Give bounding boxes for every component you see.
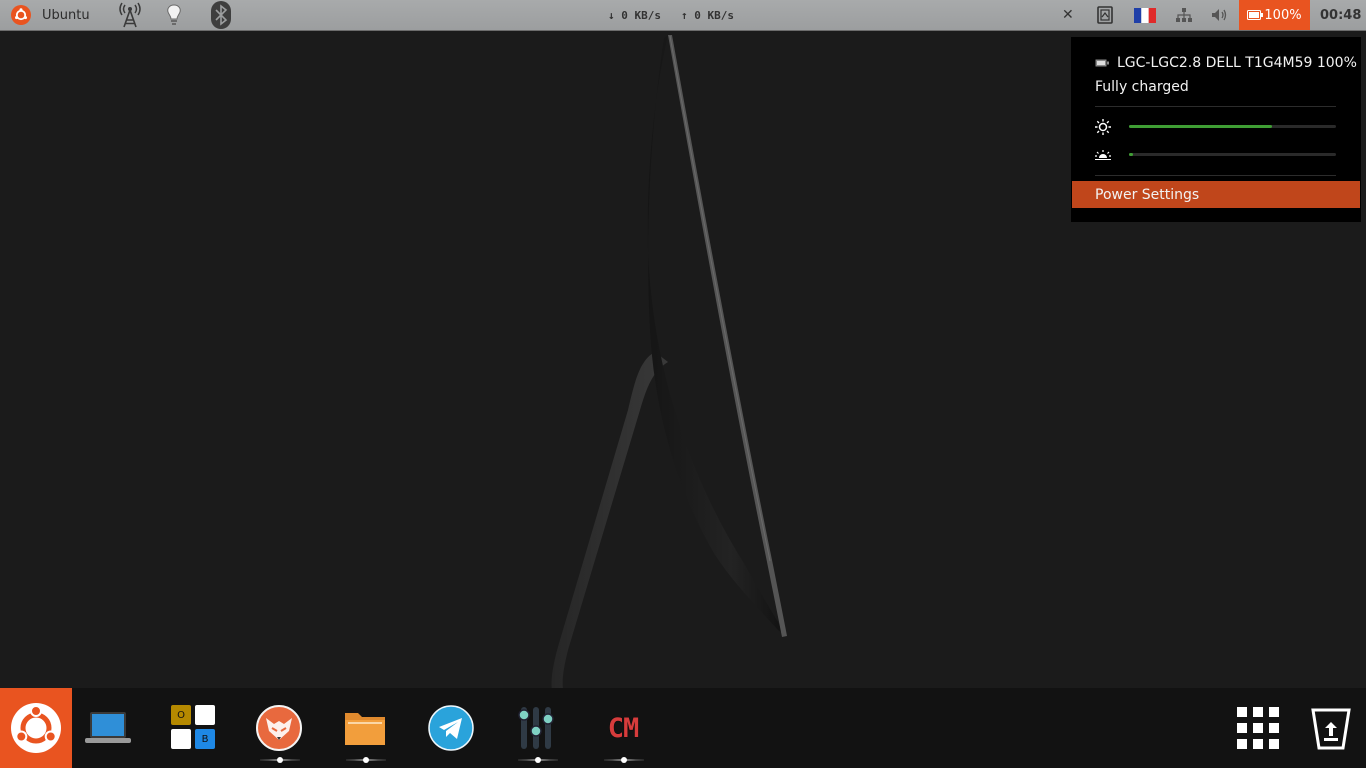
- dock-laptop-app[interactable]: [80, 700, 136, 756]
- menu-separator: [1095, 106, 1336, 107]
- dock-telegram-app[interactable]: [423, 700, 479, 756]
- app-grid-icon: [1237, 707, 1279, 749]
- fox-icon: [256, 705, 302, 751]
- dock-app-grid[interactable]: [1230, 700, 1286, 756]
- folder-icon: [345, 713, 385, 745]
- dock-trash[interactable]: [1303, 700, 1359, 756]
- ubuntu-logo-icon: [11, 703, 61, 753]
- menu-separator: [1095, 175, 1336, 176]
- dock-mixer-app[interactable]: [508, 700, 564, 756]
- power-settings-label: Power Settings: [1095, 186, 1200, 203]
- brightness-icon: [1095, 119, 1111, 135]
- battery-device-row: LGC-LGC2.8 DELL T1G4M59 100%: [1095, 54, 1357, 72]
- cm-icon: CM: [607, 712, 640, 744]
- battery-small-icon: [1095, 59, 1109, 67]
- office-tile: [195, 705, 215, 725]
- dock-cm-app[interactable]: CM: [595, 700, 651, 756]
- screen-brightness-slider[interactable]: [1129, 125, 1336, 128]
- battery-menu: LGC-LGC2.8 DELL T1G4M59 100% Fully charg…: [1071, 37, 1361, 222]
- keyboard-backlight-icon: [1095, 150, 1111, 160]
- laptop-icon: [85, 712, 131, 743]
- running-indicator: [346, 757, 386, 763]
- office-tile-o: O: [171, 705, 191, 725]
- dock-files-app[interactable]: [337, 700, 393, 756]
- dock-office-app[interactable]: O B: [166, 700, 222, 756]
- telegram-icon: [428, 705, 474, 751]
- dock-ubuntu-home[interactable]: [0, 688, 72, 768]
- running-indicator: [518, 757, 558, 763]
- dock: O B CM: [0, 688, 1366, 768]
- screen-brightness-row: [1095, 118, 1111, 136]
- keyboard-brightness-row: [1095, 148, 1111, 162]
- office-tile: [171, 729, 191, 749]
- battery-device-label: LGC-LGC2.8 DELL T1G4M59 100%: [1117, 55, 1357, 71]
- trash-icon: [1311, 708, 1351, 750]
- equalizer-icon: [518, 707, 554, 749]
- screen-brightness-fill: [1129, 125, 1272, 128]
- power-settings-item[interactable]: Power Settings: [1072, 181, 1360, 208]
- keyboard-brightness-fill: [1129, 153, 1134, 156]
- keyboard-brightness-slider[interactable]: [1129, 153, 1336, 156]
- office-tile-b: B: [195, 729, 215, 749]
- dock-fox-app[interactable]: [251, 700, 307, 756]
- battery-status: Fully charged: [1095, 79, 1189, 95]
- running-indicator: [260, 757, 300, 763]
- running-indicator: [604, 757, 644, 763]
- office-grid-icon: O B: [171, 705, 217, 751]
